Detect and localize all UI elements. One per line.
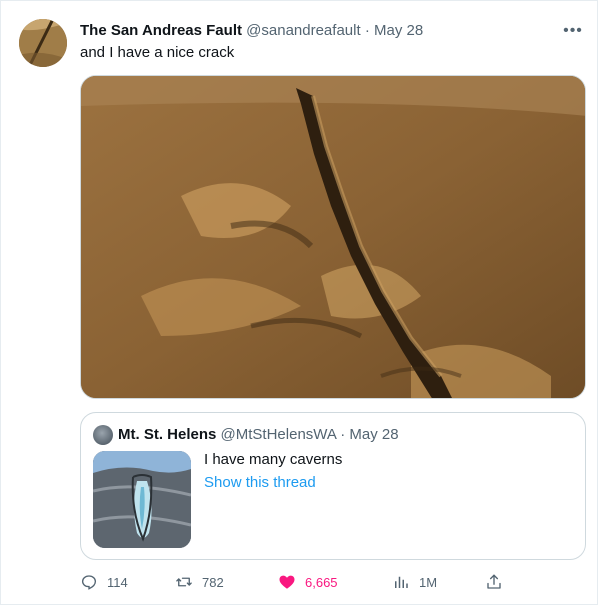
like-button[interactable]: 6,665: [278, 571, 338, 593]
more-icon[interactable]: •••: [561, 19, 585, 43]
retweet-count: 782: [202, 574, 224, 590]
quoted-tweet-image: [93, 451, 191, 548]
author-name[interactable]: The San Andreas Fault: [80, 22, 242, 39]
tweet-card[interactable]: The San Andreas Fault @sanandreafault · …: [0, 0, 598, 605]
author-handle[interactable]: @sanandreafault: [246, 22, 360, 39]
heart-icon: [279, 575, 295, 589]
share-button[interactable]: [485, 571, 503, 593]
tweet-image[interactable]: [80, 75, 586, 399]
quoted-tweet-header: Mt. St. Helens @MtStHelensWA · May 28: [118, 425, 399, 445]
quoted-tweet[interactable]: Mt. St. Helens @MtStHelensWA · May 28 I …: [80, 412, 586, 560]
quoted-tweet-text: I have many caverns: [204, 451, 343, 468]
quoted-tweet-date: May 28: [349, 426, 399, 443]
view-count: 1M: [419, 574, 438, 590]
author-avatar[interactable]: [19, 19, 67, 67]
quoted-author-avatar: [93, 425, 113, 445]
tweet-date[interactable]: May 28: [374, 22, 423, 39]
tweet-text: and I have a nice crack: [80, 44, 235, 61]
quoted-author-name: Mt. St. Helens: [118, 426, 217, 443]
quoted-author-handle: @MtStHelensWA: [220, 426, 337, 443]
reply-icon: [81, 575, 97, 590]
quoted-header-separator: ·: [340, 426, 346, 443]
header-separator: ·: [364, 22, 370, 39]
analytics-icon: [395, 576, 408, 588]
reply-count: 114: [107, 574, 128, 590]
retweet-icon: [176, 577, 192, 587]
tweet-actions: 114 782 6,665 1M: [80, 571, 520, 593]
show-thread-link[interactable]: Show this thread: [204, 473, 316, 493]
tweet-header: The San Andreas Fault @sanandreafault · …: [80, 21, 547, 41]
views-button[interactable]: 1M: [392, 571, 437, 593]
retweet-button[interactable]: 782: [175, 571, 224, 593]
share-icon: [487, 574, 501, 589]
reply-button[interactable]: 114: [80, 571, 128, 593]
like-count: 6,665: [305, 574, 338, 590]
